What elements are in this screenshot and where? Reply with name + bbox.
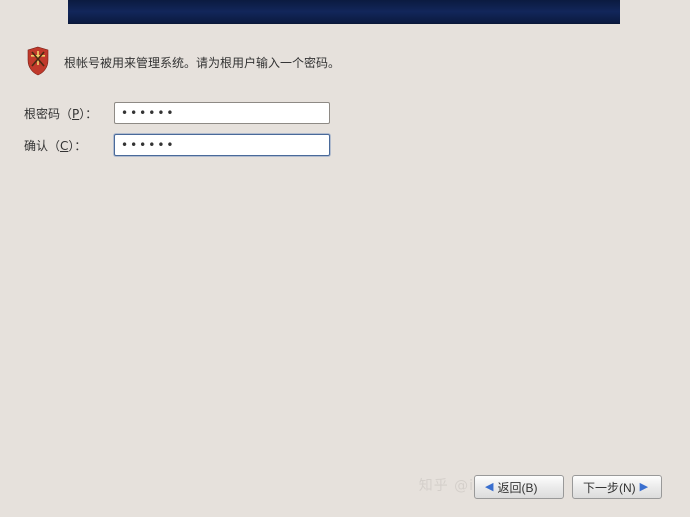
shield-icon: [27, 46, 49, 76]
arrow-left-icon: ◀: [485, 482, 493, 493]
root-password-label: 根密码（P）：: [24, 105, 108, 122]
confirm-password-label: 确认（C）：: [24, 137, 108, 154]
prompt-text: 根帐号被用来管理系统。请为根用户输入一个密码。: [64, 46, 340, 71]
next-button[interactable]: 下一步(N) ▶: [572, 475, 662, 499]
navigation-buttons: ◀ 返回(B) 下一步(N) ▶: [474, 475, 662, 499]
back-button[interactable]: ◀ 返回(B): [474, 475, 564, 499]
confirm-password-input[interactable]: [114, 134, 330, 156]
header-banner: [68, 0, 620, 24]
back-button-label: 返回(B): [497, 479, 537, 496]
arrow-right-icon: ▶: [640, 482, 648, 493]
root-password-input[interactable]: [114, 102, 330, 124]
root-password-form: 根密码（P）： 确认（C）：: [24, 102, 666, 156]
next-button-label: 下一步(N): [583, 479, 636, 496]
root-password-prompt: 根帐号被用来管理系统。请为根用户输入一个密码。: [24, 46, 666, 76]
